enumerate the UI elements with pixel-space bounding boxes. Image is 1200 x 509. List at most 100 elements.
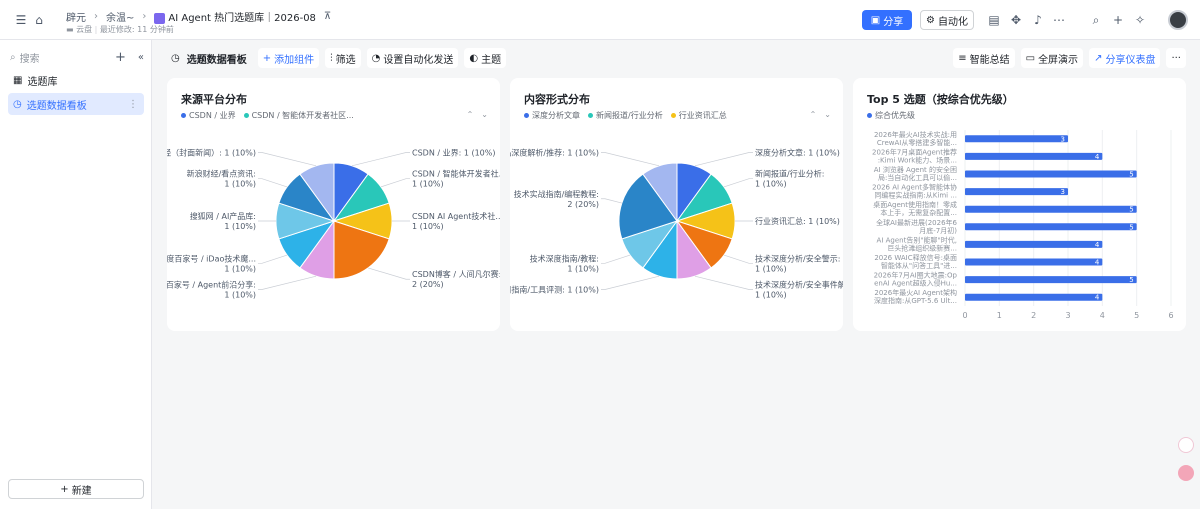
search-input[interactable]: 搜索 (20, 50, 40, 65)
bar[interactable] (965, 276, 1137, 284)
lock-icon: ▣ (870, 14, 881, 26)
location-label[interactable]: 云盘 (76, 25, 92, 34)
bar[interactable] (965, 293, 1103, 301)
automation-button[interactable]: ⚙ 自动化 (920, 10, 974, 30)
pie-label: 行业资讯汇总: 1 (10%) (755, 216, 840, 226)
clock-icon: ◔ (371, 52, 381, 64)
bar[interactable] (965, 135, 1068, 143)
chevron-right-icon: › (142, 11, 147, 22)
sidebar-search[interactable]: ⌕ 搜索 + « (10, 50, 144, 65)
x-tick-label: 3 (1065, 311, 1070, 320)
bell-icon[interactable]: ♪ (1029, 11, 1047, 29)
share-dashboard-button[interactable]: ↗ 分享仪表盘 (1089, 48, 1161, 68)
search-icon: ⌕ (10, 51, 16, 63)
x-tick-label: 0 (962, 311, 967, 320)
pie-label-line (601, 198, 622, 204)
pie-label-line (601, 254, 631, 264)
y-tick-label: 2026 AI Agent多智能体协同编程实战指南:从Kimi ... (872, 183, 957, 200)
bar-value-label: 3 (1061, 188, 1065, 196)
bar[interactable] (965, 223, 1137, 231)
assistant-float-icon[interactable] (1178, 465, 1194, 481)
more-button[interactable]: ··· (1166, 48, 1186, 68)
y-tick-label: 桌面Agent使用指南！零成本上手，无需复杂配置... (873, 200, 957, 217)
y-tick-label: AI 浏览器 Agent 的安全困局:当自动化工具可以偷... (874, 165, 957, 182)
search-icon[interactable]: ⌕ (1087, 11, 1105, 29)
pie-chart: 深度分析文章: 1 (10%) 新闻报道/行业分析: 1 (10%) 行业资讯汇总: … (510, 148, 843, 300)
y-tick-label: AI Agent告别"能聊"时代,巨头抢滩组织级新赛... (877, 235, 957, 252)
chart-card-top5[interactable]: Top 5 选题（按综合优先级） 综合优先级 0 1 2 3 4 5 6 2026年最火AI技… (853, 78, 1186, 331)
pie-label: CSDN博客 / 人间凡尔赛: 2 (20%) (412, 269, 500, 289)
pie-label: 百度百家号 / iDao技术魔... 1 (10%) (167, 253, 256, 273)
doc-title[interactable]: AI Agent 热门选题库｜2026-08 (154, 9, 316, 24)
pie-label-line (258, 275, 317, 290)
pie-label-line (723, 178, 753, 188)
add-icon[interactable]: + (115, 50, 126, 65)
filter-icon: ⫶ (330, 52, 333, 64)
breadcrumb: 辟元 › 余温~ › AI Agent 热门选题库｜2026-08 ⊼ (66, 9, 331, 24)
plugin-icon[interactable]: ✥ (1007, 11, 1025, 29)
x-tick-label: 1 (997, 311, 1002, 320)
new-button[interactable]: + 新建 (8, 479, 144, 499)
bar-value-label: 4 (1095, 153, 1100, 161)
pie-label-line (694, 152, 753, 167)
pie-label-line (380, 178, 410, 188)
bar[interactable] (965, 152, 1103, 160)
ai-summary-button[interactable]: ≡ 智能总结 (953, 48, 1015, 68)
sidebar-item-dashboard[interactable]: ◷ 选题数据看板 ⋮ (8, 93, 144, 115)
modified-label: 最近修改: 11 分钟前 (99, 25, 174, 34)
bar[interactable] (965, 170, 1137, 178)
pin-icon[interactable]: ⊼ (324, 11, 331, 22)
plus-icon[interactable]: + (1109, 11, 1127, 29)
chart-card-source-platform[interactable]: 来源平台分布 CSDN / 业界 CSDN / 智能体开发者社区... ⌃ ⌄ C… (167, 78, 500, 331)
bar[interactable] (965, 188, 1068, 196)
pie-label-line (258, 152, 317, 167)
share-icon: ↗ (1094, 52, 1103, 64)
sidebar-item-topic-library[interactable]: ▦ 选题库 (8, 69, 144, 91)
pie-label: CSDN AI Agent技术社... 1 (10%) (412, 211, 500, 231)
more-icon[interactable]: ⋯ (1050, 11, 1068, 29)
share-button[interactable]: ▣ 分享 (862, 10, 912, 30)
pie-label-line (601, 275, 660, 290)
pie-label-line (367, 267, 410, 280)
bar-value-label: 5 (1129, 171, 1133, 179)
x-tick-label: 4 (1100, 311, 1105, 320)
filter-button[interactable]: ⫶ 筛选 (325, 48, 361, 68)
menu-toggle-icon[interactable]: ☰ (12, 11, 30, 29)
apps-float-icon[interactable] (1178, 437, 1194, 453)
pie-label-line (694, 275, 753, 290)
x-tick-label: 2 (1031, 311, 1036, 320)
breadcrumb-parent[interactable]: 余温~ (106, 9, 134, 24)
pie-label: 新浪财经/看点资讯: 1 (10%) (187, 169, 256, 189)
y-tick-label: 2026年最火AI Agent架构深度指南:从GPT-5.6 Ult... (874, 288, 957, 305)
collapse-icon[interactable]: « (138, 52, 144, 63)
theme-button[interactable]: ◐ 主题 (464, 48, 507, 68)
plus-icon: + (262, 52, 272, 64)
breadcrumb-root[interactable]: 辟元 (66, 9, 86, 24)
fullscreen-button[interactable]: ▭ 全屏演示 (1020, 48, 1084, 68)
pie-label: 技术深度分析/安全警示: 1 (10%) (755, 253, 840, 273)
summary-icon: ≡ (958, 52, 967, 64)
robot-icon: ⚙ (926, 14, 935, 26)
chart-card-content-format[interactable]: 内容形式分布 深度分析文章 新闻报道/行业分析 行业资讯汇总 ⌃ ⌄ 深度分析文章… (510, 78, 843, 331)
bar[interactable] (965, 258, 1103, 266)
pie-label: 搜狐网 / AI产品库: 1 (10%) (190, 211, 256, 231)
home-icon[interactable]: ⌂ (30, 11, 48, 29)
bar[interactable] (965, 205, 1137, 213)
bar-chart: 0 1 2 3 4 5 6 2026年最火AI技术实战:用 CrewAI从零搭建多智能... 3 2… (872, 130, 1174, 320)
auto-send-button[interactable]: ◔ 设置自动化发送 (366, 48, 459, 68)
dashboard-toolbar: ◷ 选题数据看板 + 添加组件 ⫶ 筛选 ◔ 设置自动化发送 ◐ 主题 (166, 48, 507, 68)
dashboard-title: ◷ 选题数据看板 (171, 52, 247, 66)
bar[interactable] (965, 240, 1103, 248)
top-bar: ☰ ⌂ 辟元 › 余温~ › AI Agent 热门选题库｜2026-08 ⊼ … (0, 0, 1200, 40)
avatar[interactable] (1168, 10, 1188, 30)
sparkle-icon[interactable]: ✧ (1131, 11, 1149, 29)
pie-label-line (601, 152, 660, 167)
pie-label: CSDN / 智能体开发者社... 1 (10%) (412, 169, 500, 189)
doc-icon[interactable]: ▤ (985, 11, 1003, 29)
add-widget-button[interactable]: + 添加组件 (257, 48, 320, 68)
dashboard-icon: ◷ (13, 98, 22, 110)
more-icon[interactable]: ⋮ (128, 99, 138, 110)
present-icon: ▭ (1025, 52, 1036, 64)
dashboard-toolbar-right: ≡ 智能总结 ▭ 全屏演示 ↗ 分享仪表盘 ··· (953, 48, 1186, 68)
pie-label: 产品深度解析/推荐: 1 (10%) (510, 148, 599, 158)
